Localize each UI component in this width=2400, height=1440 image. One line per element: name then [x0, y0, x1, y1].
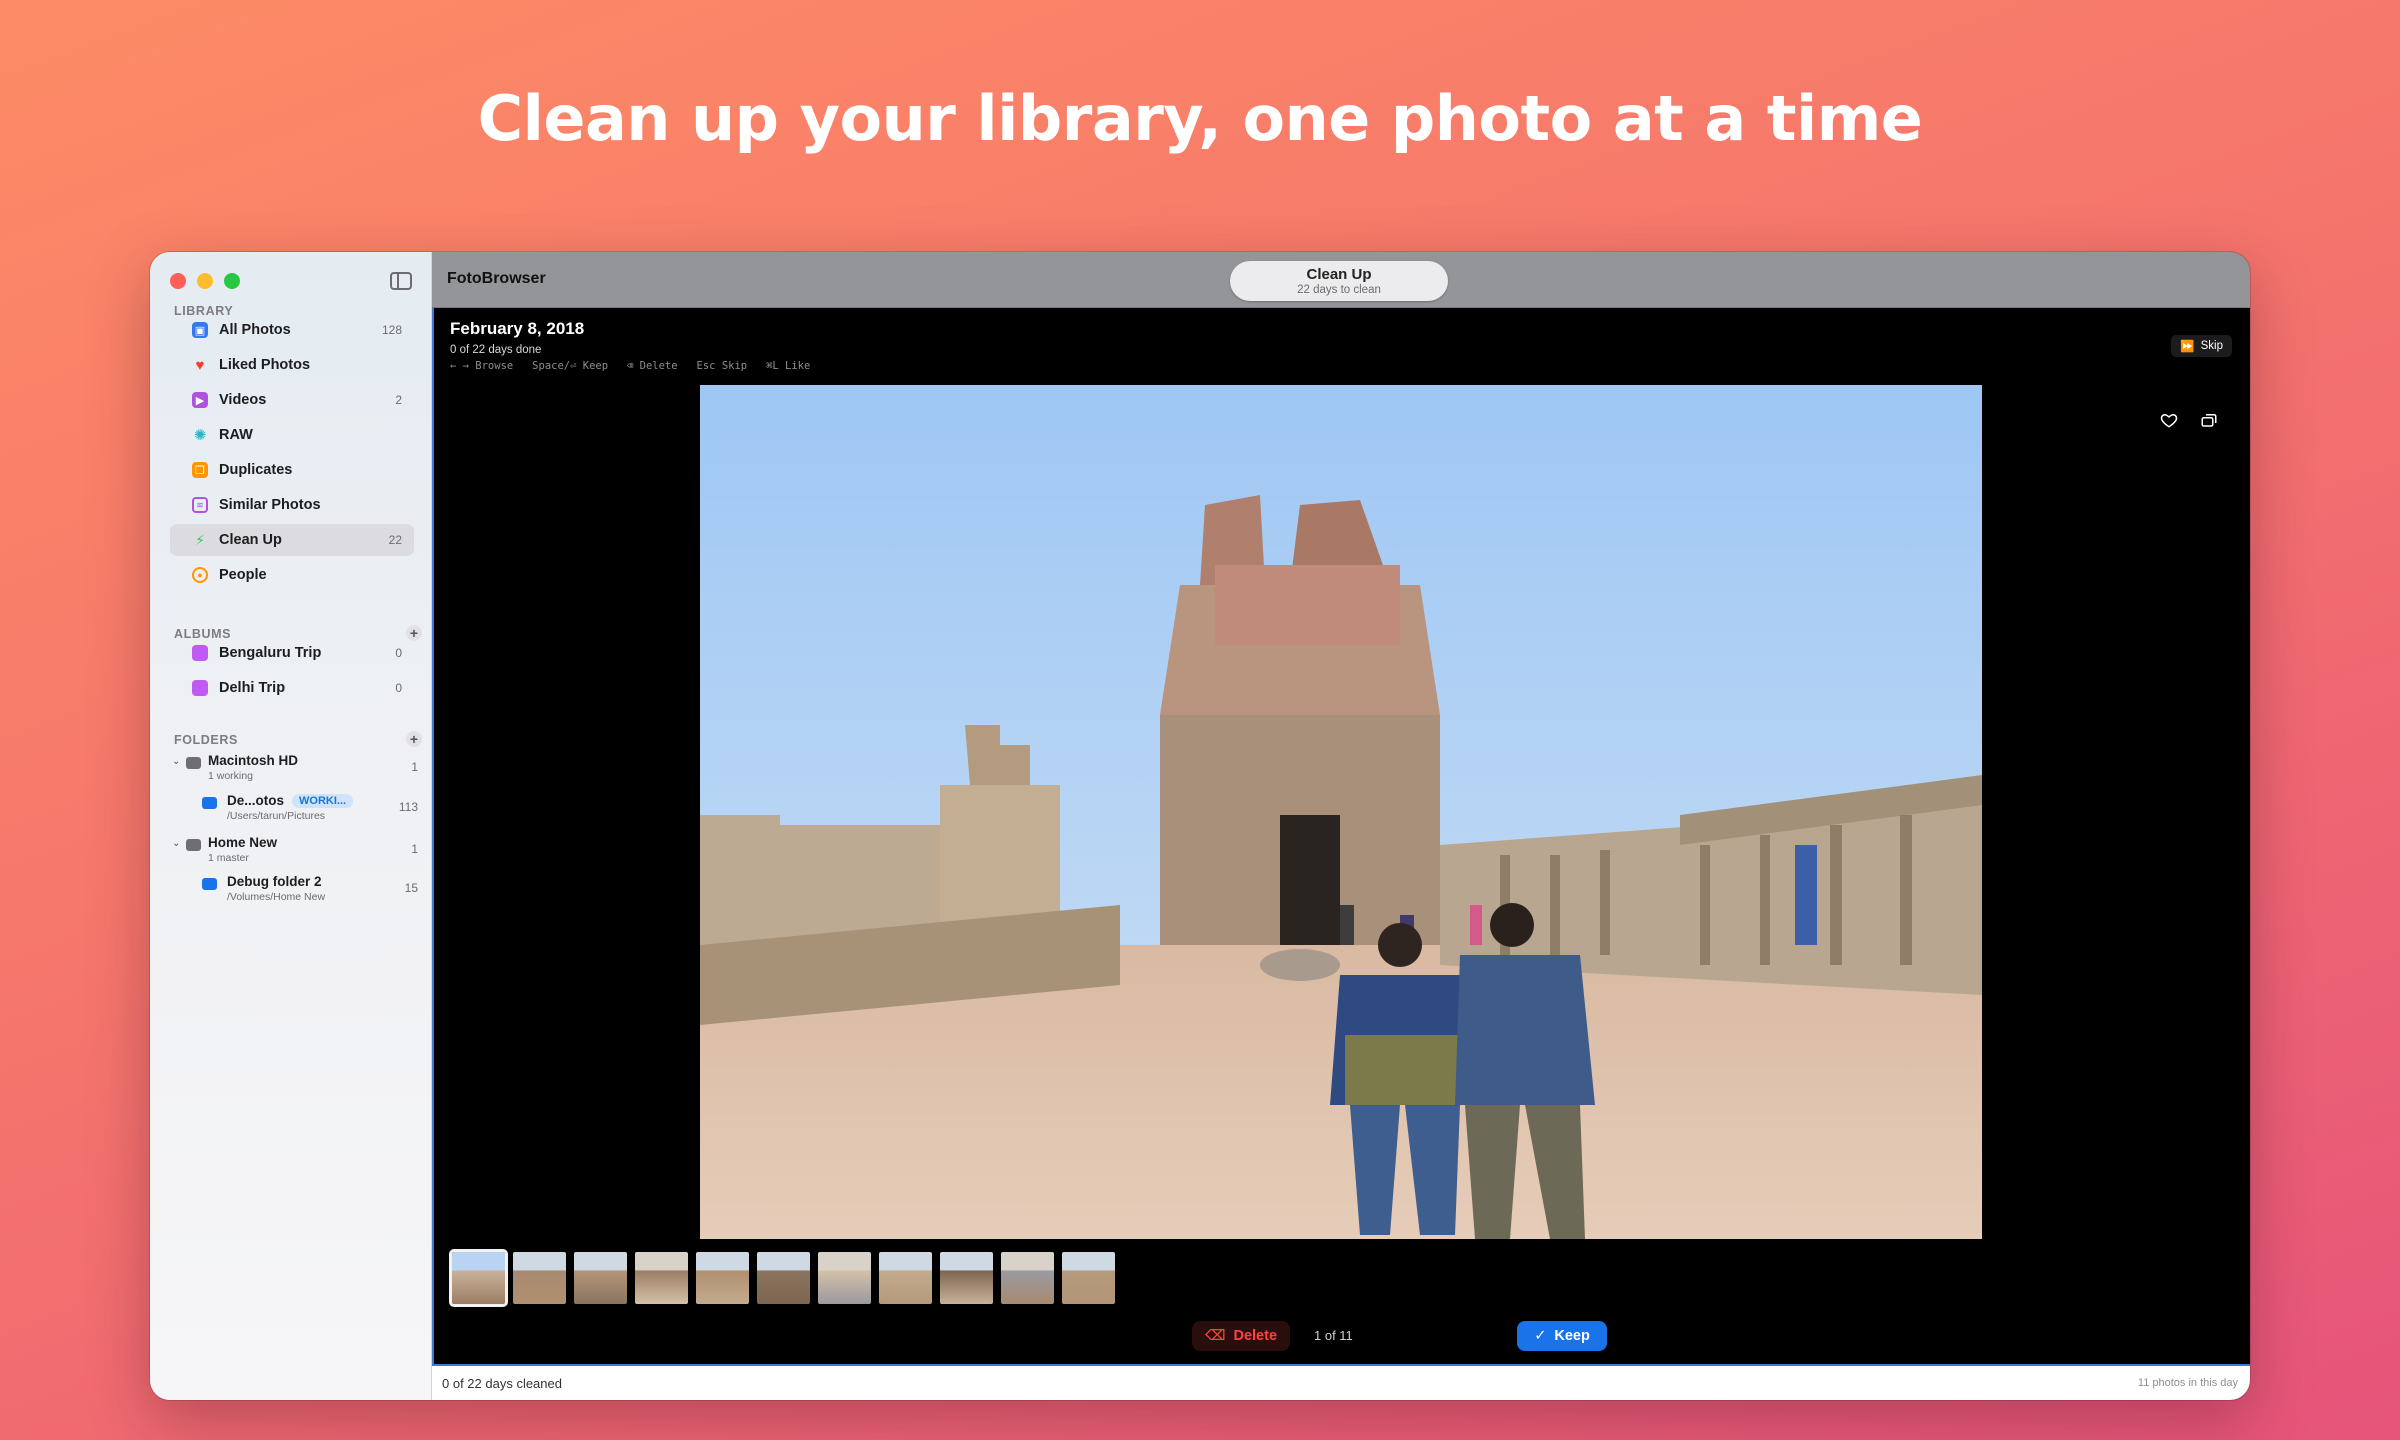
main-content: FotoBrowser Clean Up 22 days to clean Fe…: [432, 252, 2250, 1400]
review-controls: ⌫ Delete 1 of 11 ✓ Keep: [434, 1320, 2250, 1352]
duplicates-icon: ❐: [192, 462, 208, 478]
photo-viewer: February 8, 2018 0 of 22 days done ← → B…: [432, 308, 2250, 1366]
thumbnail[interactable]: [574, 1252, 627, 1304]
person-icon: ●: [192, 567, 208, 583]
sidebar-item-all-photos[interactable]: ▣ All Photos 128: [170, 314, 414, 346]
thumbnail[interactable]: [696, 1252, 749, 1304]
thumbnail-strip: [449, 1249, 1115, 1307]
sidebar-item-videos[interactable]: ▶ Videos 2: [170, 384, 414, 416]
cleaned-days-status: 0 of 22 days cleaned: [442, 1376, 562, 1391]
checkmark-icon: ✓: [1534, 1328, 1547, 1344]
window-controls: [170, 273, 240, 289]
photo-library-icon: [202, 797, 217, 809]
hard-drive-icon: [186, 839, 201, 851]
days-progress: 0 of 22 days done: [450, 344, 542, 356]
working-status-badge: WORKI...: [292, 794, 354, 808]
add-folder-button[interactable]: +: [406, 731, 422, 747]
marketing-headline: Clean up your library, one photo at a ti…: [477, 82, 1923, 155]
keyboard-shortcuts-hint: ← → Browse Space/⏎ Keep ⌫ Delete Esc Ski…: [450, 360, 811, 372]
delete-button[interactable]: ⌫ Delete: [1192, 1321, 1290, 1351]
folder-icon: [202, 878, 217, 890]
sidebar-item-raw[interactable]: ✺ RAW: [170, 419, 414, 451]
sidebar-item-liked-photos[interactable]: ♥ Liked Photos: [170, 349, 414, 381]
sidebar-item-clean-up[interactable]: ⚡ Clean Up 22: [170, 524, 414, 556]
app-window: LIBRARY ▣ All Photos 128 ♥ Liked Photos …: [150, 252, 2250, 1400]
album-icon: [192, 645, 208, 661]
similar-photos-icon: ≋: [192, 497, 208, 513]
minimize-window-button[interactable]: [197, 273, 213, 289]
hard-drive-icon: [186, 757, 201, 769]
thumbnail[interactable]: [757, 1252, 810, 1304]
album-item[interactable]: Bengaluru Trip 0: [170, 637, 414, 669]
sidebar-item-duplicates[interactable]: ❐ Duplicates: [170, 454, 414, 486]
sidebar: LIBRARY ▣ All Photos 128 ♥ Liked Photos …: [150, 252, 432, 1400]
thumbnail[interactable]: [513, 1252, 566, 1304]
folder-item-macintosh-hd[interactable]: ⌄ Macintosh HD 1 working 1: [170, 753, 418, 783]
clean-up-mode-pill[interactable]: Clean Up 22 days to clean: [1230, 261, 1448, 301]
thumbnail[interactable]: [940, 1252, 993, 1304]
album-icon: [192, 680, 208, 696]
folder-item-debug-folder-2[interactable]: Debug folder 2 /Volumes/Home New 15: [170, 874, 418, 904]
photo-counter: 1 of 11: [1314, 1328, 1353, 1343]
folder-item-home-new[interactable]: ⌄ Home New 1 master 1: [170, 835, 418, 865]
heart-icon: ♥: [195, 356, 205, 374]
heart-outline-icon[interactable]: [2160, 411, 2178, 429]
video-icon: ▶: [192, 392, 208, 408]
photos-in-day-status: 11 photos in this day: [2137, 1377, 2238, 1389]
thumbnail[interactable]: [635, 1252, 688, 1304]
thumbnail[interactable]: [818, 1252, 871, 1304]
photos-stack-icon: ▣: [192, 322, 208, 338]
photo-date: February 8, 2018: [450, 319, 585, 338]
sidebar-toggle-icon[interactable]: [390, 272, 412, 290]
fast-forward-icon: ⏩: [2180, 341, 2195, 353]
thumbnail[interactable]: [1062, 1252, 1115, 1304]
zoom-window-button[interactable]: [224, 273, 240, 289]
thumbnail[interactable]: [879, 1252, 932, 1304]
titlebar: FotoBrowser Clean Up 22 days to clean: [432, 252, 2250, 308]
compare-stack-icon[interactable]: [2200, 411, 2218, 429]
sidebar-item-similar-photos[interactable]: ≋ Similar Photos: [170, 489, 414, 521]
folder-item-photos-library[interactable]: De...otos WORKI... /Users/tarun/Pictures …: [170, 793, 418, 823]
chevron-down-icon[interactable]: ⌄: [172, 756, 180, 767]
album-item[interactable]: Delhi Trip 0: [170, 672, 414, 704]
status-bar: 0 of 22 days cleaned 11 photos in this d…: [432, 1366, 2250, 1400]
chevron-down-icon[interactable]: ⌄: [172, 838, 180, 849]
thumbnail[interactable]: [449, 1249, 508, 1307]
keep-button[interactable]: ✓ Keep: [1517, 1321, 1607, 1351]
sidebar-item-people[interactable]: ● People: [170, 559, 414, 591]
folders-section-header: FOLDERS: [174, 733, 238, 747]
close-window-button[interactable]: [170, 273, 186, 289]
raw-aperture-icon: ✺: [193, 427, 207, 444]
delete-backward-icon: ⌫: [1204, 1328, 1226, 1344]
app-title: FotoBrowser: [447, 270, 546, 287]
skip-button[interactable]: ⏩ Skip: [2171, 335, 2232, 357]
magic-wand-icon: ⚡: [195, 531, 205, 548]
thumbnail[interactable]: [1001, 1252, 1054, 1304]
main-photo: [700, 385, 1982, 1239]
